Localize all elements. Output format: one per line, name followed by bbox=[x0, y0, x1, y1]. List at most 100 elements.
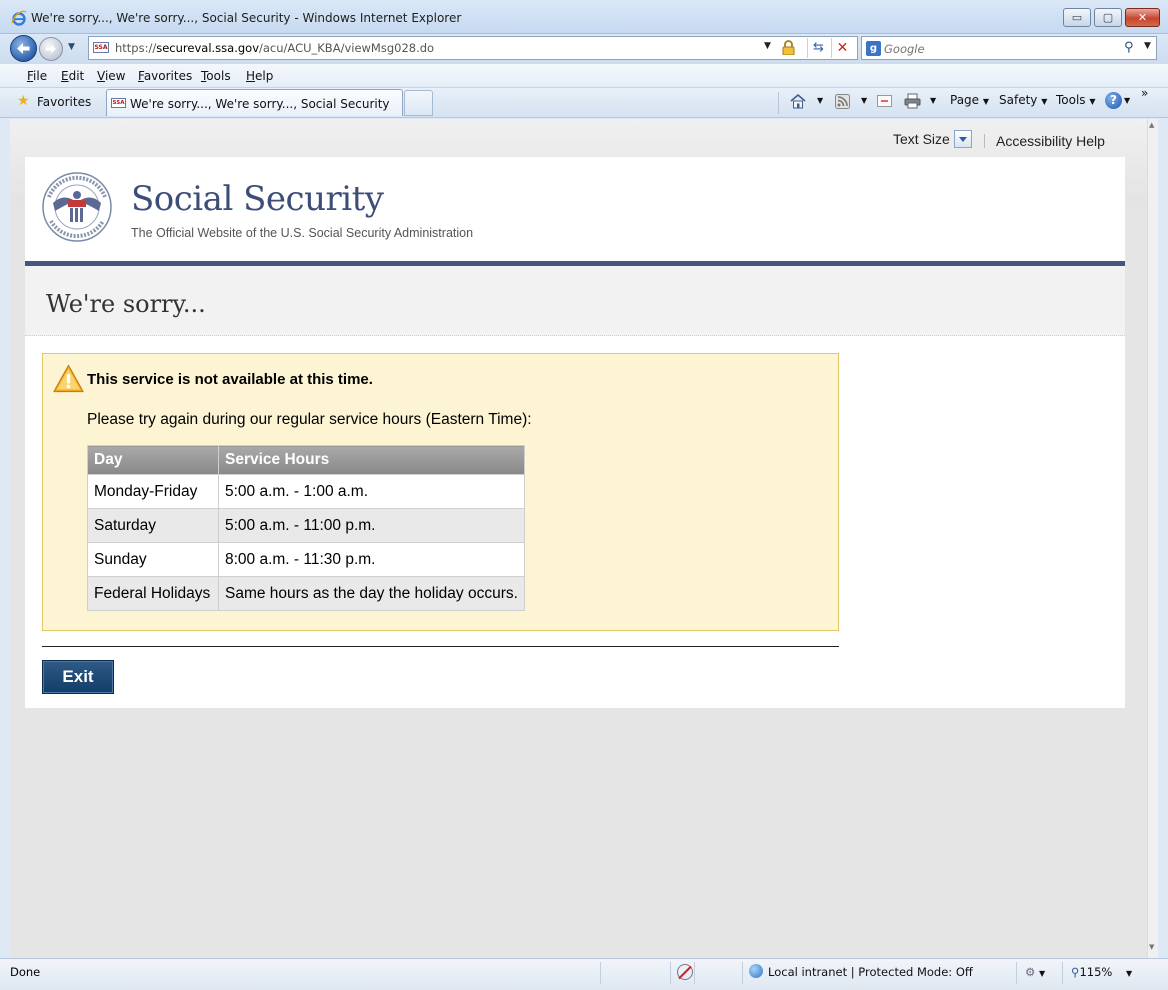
feeds-icon[interactable] bbox=[835, 94, 850, 109]
text-size-dropdown-button[interactable] bbox=[954, 130, 972, 148]
window-title: We're sorry..., We're sorry..., Social S… bbox=[31, 11, 462, 25]
menu-view[interactable]: View bbox=[97, 69, 125, 83]
table-cell-hours: 5:00 a.m. - 11:00 p.m. bbox=[218, 508, 525, 543]
help-dropdown-icon[interactable]: ▼ bbox=[1124, 96, 1130, 105]
help-icon[interactable]: ? bbox=[1105, 92, 1122, 109]
page-menu-button[interactable]: Page ▼ bbox=[950, 93, 989, 107]
page-title: We're sorry... bbox=[46, 290, 206, 318]
vertical-scrollbar[interactable]: ▲ ▼ bbox=[1147, 119, 1158, 958]
site-title[interactable]: Social Security bbox=[131, 179, 384, 219]
site-favicon-icon: SSA bbox=[93, 42, 109, 53]
google-search-icon: g bbox=[866, 41, 881, 56]
table-cell-hours: 8:00 a.m. - 11:30 p.m. bbox=[218, 542, 525, 577]
status-text: Done bbox=[10, 965, 41, 979]
security-zone-text: Local intranet | Protected Mode: Off bbox=[768, 965, 973, 979]
stop-icon[interactable]: ✕ bbox=[831, 38, 853, 58]
recent-pages-dropdown-icon[interactable]: ▼ bbox=[68, 42, 75, 52]
safety-menu-label: Safety bbox=[999, 93, 1038, 107]
page-menu-label: Page bbox=[950, 93, 980, 107]
site-subtitle: The Official Website of the U.S. Social … bbox=[131, 226, 474, 240]
forward-button[interactable] bbox=[39, 37, 63, 61]
menu-tools[interactable]: Tools bbox=[201, 69, 231, 83]
search-input[interactable] bbox=[884, 41, 1124, 57]
search-options-dropdown-icon[interactable]: ▼ bbox=[1144, 41, 1151, 51]
print-icon[interactable] bbox=[904, 93, 921, 109]
navigation-bar: ▼ SSA https://secureval.ssa.gov/acu/ACU_… bbox=[0, 34, 1168, 64]
page-menu-dropdown-icon: ▼ bbox=[982, 97, 990, 106]
table-cell-day: Monday-Friday bbox=[87, 474, 219, 509]
heading-band: We're sorry... bbox=[25, 266, 1125, 336]
favorites-star-icon[interactable]: ★ bbox=[17, 93, 30, 109]
table-cell-hours: Same hours as the day the holiday occurs… bbox=[218, 576, 525, 611]
zoom-control[interactable]: ⚲115% ▼ bbox=[1062, 962, 1158, 984]
status-bar: Done Local intranet | Protected Mode: Of… bbox=[0, 958, 1168, 990]
page-content: Social Security The Official Website of … bbox=[25, 157, 1125, 708]
tools-menu-button[interactable]: Tools ▼ bbox=[1056, 93, 1096, 107]
globe-zone-icon bbox=[749, 964, 763, 978]
page-viewport: Text Size Accessibility Help Social Secu… bbox=[10, 119, 1158, 958]
search-box[interactable]: g ⚲ ▼ bbox=[861, 36, 1157, 60]
home-icon[interactable] bbox=[789, 93, 807, 109]
content-divider bbox=[42, 646, 839, 647]
safety-menu-button[interactable]: Safety ▼ bbox=[999, 93, 1047, 107]
table-row: Federal Holidays Same hours as the day t… bbox=[87, 576, 525, 611]
table-row: Saturday 5:00 a.m. - 11:00 p.m. bbox=[87, 508, 525, 543]
command-bar-separator bbox=[778, 92, 779, 114]
tab-current-page[interactable]: SSA We're sorry..., We're sorry..., Soci… bbox=[106, 89, 403, 116]
service-unavailable-alert: This service is not available at this ti… bbox=[42, 353, 839, 631]
read-mail-icon[interactable] bbox=[877, 95, 892, 107]
window-titlebar: We're sorry..., We're sorry..., Social S… bbox=[0, 0, 1168, 34]
maximize-button[interactable]: ▢ bbox=[1094, 8, 1122, 27]
popup-dropdown-icon: ▼ bbox=[1038, 969, 1046, 978]
scroll-up-arrow-icon[interactable]: ▲ bbox=[1149, 121, 1154, 129]
search-magnifier-icon[interactable]: ⚲ bbox=[1124, 40, 1134, 55]
zoom-level: 115% bbox=[1079, 965, 1113, 979]
favorites-bar: ★ Favorites SSA We're sorry..., We're so… bbox=[0, 86, 1168, 118]
address-url[interactable]: https://secureval.ssa.gov/acu/ACU_KBA/vi… bbox=[115, 41, 434, 55]
back-button[interactable] bbox=[10, 35, 37, 62]
lock-icon[interactable] bbox=[782, 40, 795, 55]
status-empty-cell bbox=[694, 962, 742, 984]
url-host: secureval.ssa.gov bbox=[156, 41, 259, 55]
tab-title: We're sorry..., We're sorry..., Social S… bbox=[130, 97, 390, 111]
status-progress-cell bbox=[600, 962, 670, 984]
address-dropdown-icon[interactable]: ▼ bbox=[764, 41, 771, 51]
alert-message: Please try again during our regular serv… bbox=[87, 411, 532, 428]
text-size-label[interactable]: Text Size bbox=[893, 131, 950, 147]
refresh-icon[interactable]: ⇆ bbox=[807, 38, 829, 58]
warning-icon bbox=[53, 364, 84, 393]
accessibility-help-link[interactable]: Accessibility Help bbox=[996, 133, 1105, 149]
menu-file[interactable]: File bbox=[27, 69, 47, 83]
exit-button[interactable]: Exit bbox=[42, 660, 114, 694]
table-header-row: Day Service Hours bbox=[87, 445, 525, 475]
favorites-button[interactable]: Favorites bbox=[37, 95, 91, 109]
address-bar[interactable]: SSA https://secureval.ssa.gov/acu/ACU_KB… bbox=[88, 36, 858, 60]
command-overflow-icon[interactable]: » bbox=[1141, 86, 1148, 100]
menu-help[interactable]: Help bbox=[246, 69, 273, 83]
new-tab-button[interactable] bbox=[404, 90, 433, 116]
url-prefix: https:// bbox=[115, 41, 157, 55]
protected-mode-cell[interactable]: ⚙ ▼ bbox=[1016, 962, 1062, 984]
column-header-day: Day bbox=[87, 445, 219, 475]
url-path: /acu/ACU_KBA/viewMsg028.do bbox=[259, 41, 435, 55]
utility-separator bbox=[984, 134, 985, 148]
feeds-dropdown-icon[interactable]: ▼ bbox=[861, 96, 867, 105]
service-hours-table: Day Service Hours Monday-Friday 5:00 a.m… bbox=[87, 445, 525, 611]
table-cell-day: Saturday bbox=[87, 508, 219, 543]
ssa-seal-logo-icon bbox=[42, 172, 112, 242]
home-dropdown-icon[interactable]: ▼ bbox=[817, 96, 823, 105]
scroll-down-arrow-icon[interactable]: ▼ bbox=[1149, 943, 1154, 951]
minimize-button[interactable]: ▭ bbox=[1063, 8, 1091, 27]
safety-menu-dropdown-icon: ▼ bbox=[1041, 97, 1048, 106]
print-dropdown-icon[interactable]: ▼ bbox=[930, 96, 936, 105]
menu-edit[interactable]: Edit bbox=[61, 69, 84, 83]
column-header-service-hours: Service Hours bbox=[218, 445, 525, 475]
ie-logo-icon bbox=[11, 10, 27, 26]
privacy-report-icon[interactable] bbox=[677, 964, 693, 980]
table-cell-day: Sunday bbox=[87, 542, 219, 577]
tools-menu-label: Tools bbox=[1056, 93, 1086, 107]
security-zone-cell[interactable]: Local intranet | Protected Mode: Off bbox=[742, 962, 1016, 984]
menu-favorites[interactable]: Favorites bbox=[138, 69, 192, 83]
close-window-button[interactable]: ✕ bbox=[1125, 8, 1160, 27]
back-arrow-icon bbox=[17, 43, 30, 54]
